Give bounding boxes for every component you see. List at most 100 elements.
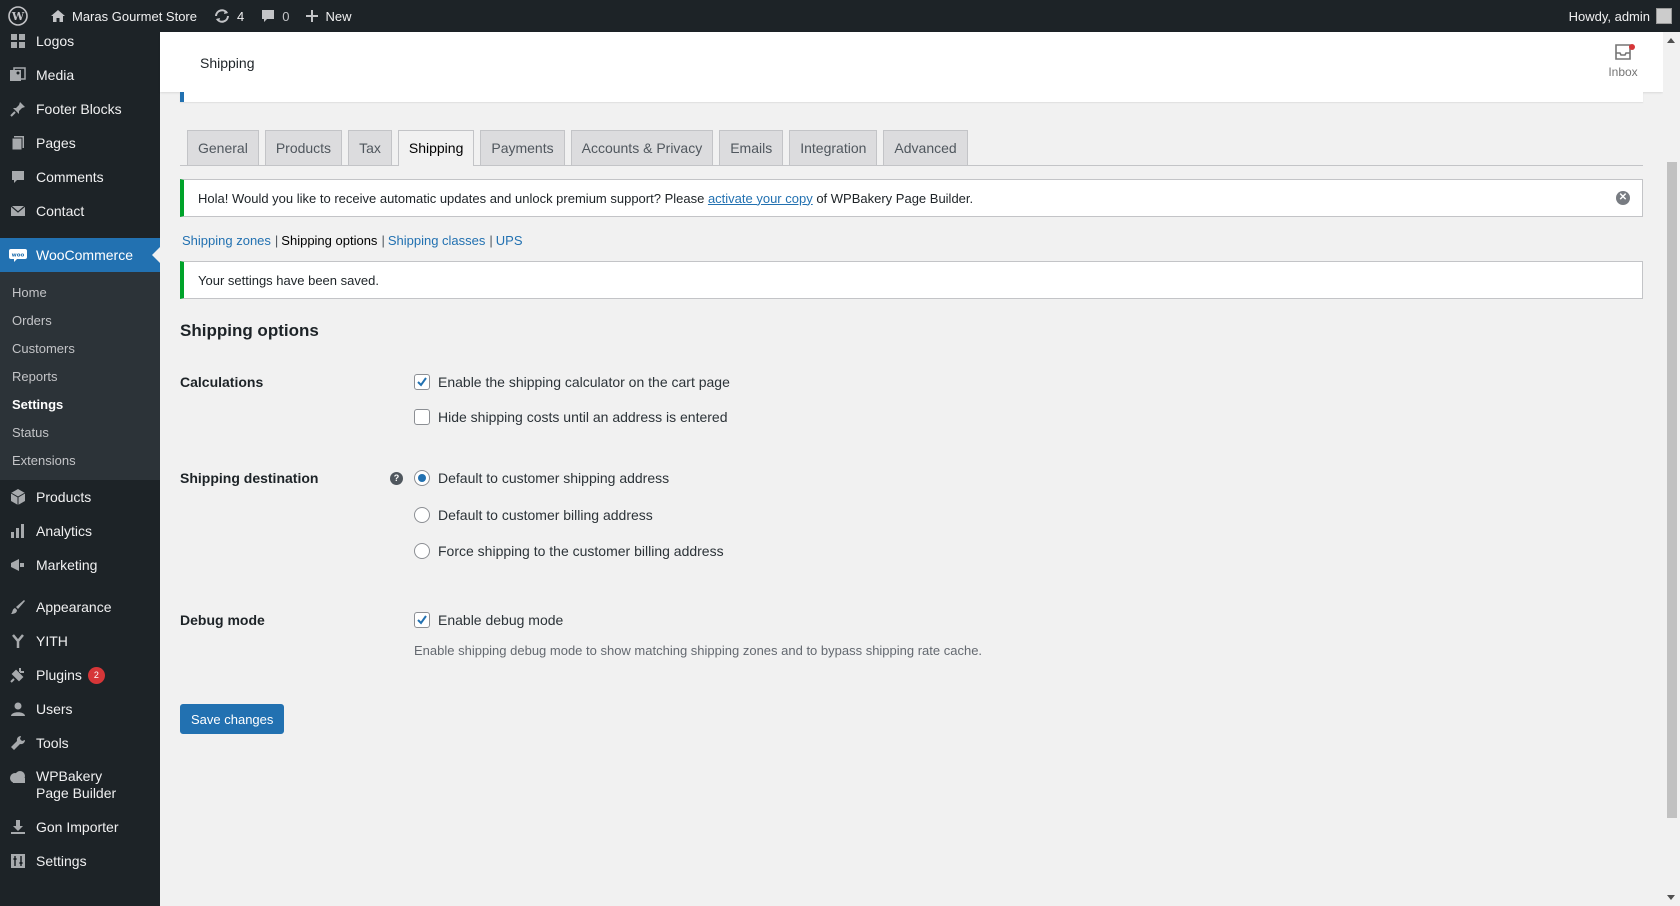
menu-item-comments[interactable]: Comments [0, 160, 160, 194]
submenu-orders[interactable]: Orders [0, 306, 160, 334]
menu-item-marketing[interactable]: Marketing [0, 548, 160, 582]
menu-item-products[interactable]: Products [0, 480, 160, 514]
menu-item-wpbakery[interactable]: WPBakery Page Builder [0, 760, 160, 810]
menu-item-contact[interactable]: Contact [0, 194, 160, 228]
media-icon [8, 65, 28, 85]
help-icon[interactable]: ? [390, 472, 403, 485]
debug-mode-option[interactable]: Enable debug mode [414, 612, 563, 628]
pages-icon [8, 133, 28, 153]
mail-icon [8, 201, 28, 221]
home-icon [51, 10, 65, 22]
submenu-reports[interactable]: Reports [0, 362, 160, 390]
svg-text:woo: woo [12, 253, 25, 259]
admin-sidebar: Logos Media Footer Blocks Pages Comments… [0, 32, 160, 906]
menu-label: Gon Importer [36, 819, 119, 835]
page-scrollbar[interactable] [1663, 32, 1680, 906]
debug-mode-description: Enable shipping debug mode to show match… [414, 643, 983, 658]
menu-label: Contact [36, 203, 85, 219]
destination-billing-address-radio[interactable] [414, 507, 430, 523]
menu-item-analytics[interactable]: Analytics [0, 514, 160, 548]
option-label: Hide shipping costs until an address is … [438, 409, 728, 425]
menu-item-footer-blocks[interactable]: Footer Blocks [0, 92, 160, 126]
cube-icon [8, 487, 28, 507]
destination-shipping-address-radio[interactable] [414, 470, 430, 486]
svg-text:W: W [11, 10, 25, 23]
user-icon [8, 699, 28, 719]
plug-icon [8, 665, 28, 685]
menu-label: Settings [36, 853, 87, 869]
destination-shipping-address-option[interactable]: Default to customer shipping address [414, 470, 669, 486]
menu-label: WooCommerce [36, 247, 133, 263]
cloud-icon [8, 767, 28, 787]
calculations-label: Calculations [180, 374, 264, 390]
menu-item-settings[interactable]: Settings [0, 844, 160, 878]
option-label: Enable debug mode [438, 612, 564, 628]
grid-icon [8, 32, 28, 51]
menu-label: Pages [36, 135, 76, 151]
download-icon [8, 817, 28, 837]
wordpress-logo-icon[interactable]: W [0, 0, 42, 32]
debug-mode-label: Debug mode [180, 612, 265, 628]
hide-shipping-costs-checkbox[interactable] [414, 409, 430, 425]
menu-item-plugins[interactable]: Plugins 2 [0, 658, 160, 692]
menu-label: Plugins [36, 667, 82, 683]
menu-label: YITH [36, 633, 68, 649]
menu-label: Logos [36, 33, 75, 49]
menu-item-appearance[interactable]: Appearance [0, 590, 160, 624]
comment-icon [8, 167, 28, 187]
woocommerce-submenu: Home Orders Customers Reports Settings S… [0, 272, 160, 480]
menu-item-yith[interactable]: YITH [0, 624, 160, 658]
settings-icon [8, 851, 28, 871]
menu-label: WPBakery Page Builder [36, 768, 117, 801]
submenu-home[interactable]: Home [0, 278, 160, 306]
option-label: Default to customer shipping address [438, 470, 670, 486]
site-name: Maras Gourmet Store [72, 8, 197, 24]
submenu-settings[interactable]: Settings [0, 390, 160, 418]
menu-label: Products [36, 489, 92, 505]
megaphone-icon [8, 555, 28, 575]
menu-item-tools[interactable]: Tools [0, 726, 160, 760]
pin-icon [8, 99, 28, 119]
checkmark-icon [417, 377, 427, 387]
debug-mode-checkbox[interactable] [414, 612, 430, 628]
menu-label: Analytics [36, 523, 93, 539]
menu-item-pages[interactable]: Pages [0, 126, 160, 160]
scroll-up-icon[interactable] [1667, 38, 1675, 43]
menu-label: Comments [36, 169, 104, 185]
menu-item-woocommerce[interactable]: woo WooCommerce [0, 238, 160, 272]
brush-icon [8, 597, 28, 617]
menu-label: Users [36, 701, 73, 717]
destination-billing-address-option[interactable]: Default to customer billing address [414, 507, 653, 523]
hide-shipping-costs-option[interactable]: Hide shipping costs until an address is … [414, 409, 728, 425]
scroll-down-icon[interactable] [1667, 895, 1675, 900]
option-label: Enable the shipping calculator on the ca… [438, 374, 730, 390]
option-label: Default to customer billing address [438, 507, 653, 523]
option-label: Force shipping to the customer billing a… [438, 543, 724, 559]
checkmark-icon [417, 615, 427, 625]
scroll-thumb[interactable] [1667, 162, 1677, 818]
plugins-update-badge: 2 [87, 666, 105, 684]
save-changes-button[interactable]: Save changes [180, 704, 285, 734]
shipping-destination-label: Shipping destination [180, 470, 319, 486]
submenu-customers[interactable]: Customers [0, 334, 160, 362]
menu-label: Tools [36, 735, 69, 751]
woo-icon: woo [8, 245, 28, 265]
force-billing-address-option[interactable]: Force shipping to the customer billing a… [414, 543, 724, 559]
menu-label: Media [36, 67, 75, 83]
wrench-icon [8, 733, 28, 753]
menu-item-media[interactable]: Media [0, 58, 160, 92]
menu-item-logos[interactable]: Logos [0, 32, 160, 58]
menu-label: Appearance [36, 599, 112, 615]
settings-form: Calculations Enable the shipping calcula… [180, 0, 1643, 906]
menu-label: Marketing [36, 557, 98, 573]
menu-item-gon-importer[interactable]: Gon Importer [0, 810, 160, 844]
yith-icon [8, 631, 28, 651]
force-billing-address-radio[interactable] [414, 543, 430, 559]
shipping-calculator-checkbox[interactable] [414, 374, 430, 390]
menu-label: Footer Blocks [36, 101, 122, 117]
menu-item-users[interactable]: Users [0, 692, 160, 726]
shipping-calculator-option[interactable]: Enable the shipping calculator on the ca… [414, 374, 730, 390]
submenu-status[interactable]: Status [0, 418, 160, 446]
submenu-extensions[interactable]: Extensions [0, 446, 160, 474]
radio-selected-dot [418, 474, 426, 482]
